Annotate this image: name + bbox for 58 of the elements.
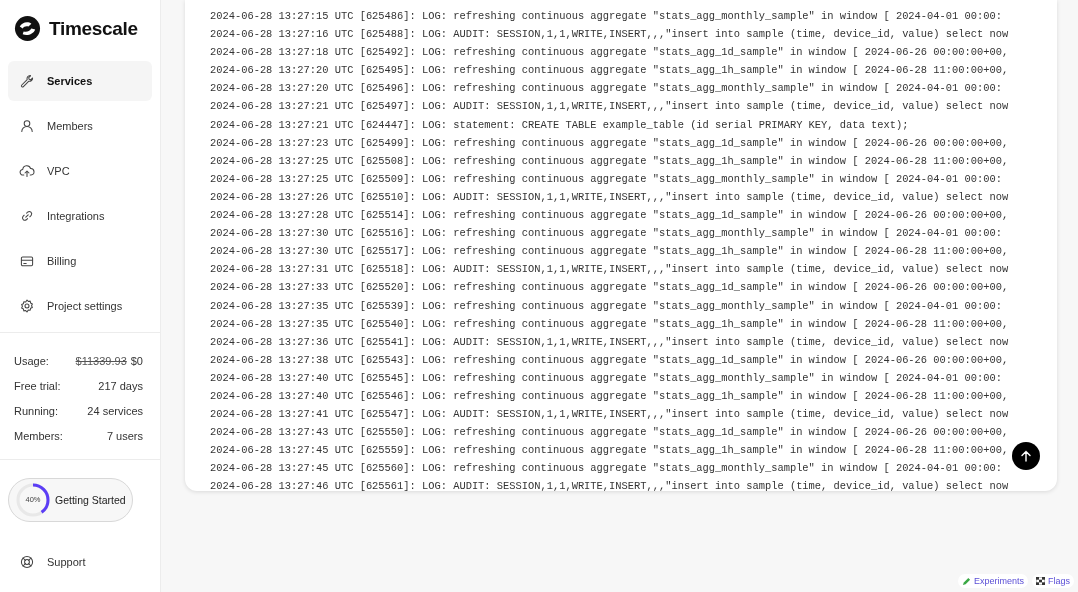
card-icon [19,253,35,269]
nav-item[interactable]: Project settings [8,286,152,326]
log-line: 2024-06-28 13:27:43 UTC [625550]: LOG: refreshing continuous aggregate "stats_agg_1d_sample" in window [ 2024-06-26 00:00:00+00, [210,425,1010,441]
log-line: 2024-06-28 13:27:20 UTC [625496]: LOG: refreshing continuous aggregate "stats_agg_monthly_sample" in window [ 2024-04-01 00:00: [210,81,1003,97]
stat-label: Running: [14,405,59,417]
wrench-icon [19,73,35,89]
brand-name: Timescale [49,17,138,40]
log-line: 2024-06-28 13:27:36 UTC [625541]: LOG: AUDIT: SESSION,1,1,WRITE,INSERT,,,"insert into sample (time, device_id, value) select now [210,334,1010,350]
stat-label: Free trial: [14,380,61,392]
log-line: 2024-06-28 13:27:40 UTC [625546]: LOG: refreshing continuous aggregate "stats_agg_1h_sample" in window [ 2024-06-28 11:00:00+00, [210,388,1010,404]
stat-value: 24 services [87,405,143,417]
log-line: 2024-06-28 13:27:25 UTC [625509]: LOG: refreshing continuous aggregate "stats_agg_monthly_sample" in window [ 2024-04-01 00:00: [210,171,1003,187]
log-line: 2024-06-28 13:27:38 UTC [625543]: LOG: refreshing continuous aggregate "stats_agg_1d_sample" in window [ 2024-06-26 00:00:00+00, [210,352,1010,368]
log-line: 2024-06-28 13:27:23 UTC [625499]: LOG: refreshing continuous aggregate "stats_agg_1d_sample" in window [ 2024-06-26 00:00:00+00, [210,135,1010,151]
log-line: 2024-06-28 13:27:40 UTC [625545]: LOG: refreshing continuous aggregate "stats_agg_monthly_sample" in window [ 2024-04-01 00:00: [210,370,1003,386]
gear-icon [19,298,35,314]
link-icon [19,208,35,224]
progress-ring [15,482,51,518]
log-line: 2024-06-28 13:27:21 UTC [625497]: LOG: AUDIT: SESSION,1,1,WRITE,INSERT,,,"insert into sample (time, device_id, value) select now [210,99,1010,115]
log-line: 2024-06-28 13:27:41 UTC [625547]: LOG: AUDIT: SESSION,1,1,WRITE,INSERT,,,"insert into sample (time, device_id, value) select now [210,407,1010,423]
log-line: 2024-06-28 13:27:18 UTC [625492]: LOG: refreshing continuous aggregate "stats_agg_1d_sample" in window [ 2024-06-26 00:00:00+00, [210,45,1010,61]
log-line: 2024-06-28 13:27:35 UTC [625540]: LOG: refreshing continuous aggregate "stats_agg_1h_sample" in window [ 2024-06-28 11:00:00+00, [210,316,1010,332]
nav-item[interactable]: Billing [8,241,152,281]
arrow-up-icon [1020,450,1032,462]
pencil-icon [961,576,971,586]
stat-label: Usage: [14,355,49,367]
log-line: 2024-06-28 13:27:30 UTC [625517]: LOG: refreshing continuous aggregate "stats_agg_1h_sample" in window [ 2024-06-28 11:00:00+00, [210,244,1010,260]
logo-icon [14,15,41,42]
scroll-to-top-button[interactable] [1012,442,1040,470]
footer-link[interactable]: Experiments [957,574,1028,588]
log-line: 2024-06-28 13:27:33 UTC [625520]: LOG: refreshing continuous aggregate "stats_agg_1d_sample" in window [ 2024-06-26 00:00:00+00, [210,280,1010,296]
stat-value: $11339.93 $0 [75,355,143,367]
support-link[interactable]: Support [19,554,86,570]
log-line: 2024-06-28 13:27:30 UTC [625516]: LOG: refreshing continuous aggregate "stats_agg_monthly_sample" in window [ 2024-04-01 00:00: [210,226,1003,242]
person-icon [19,118,35,134]
log-line: 2024-06-28 13:27:16 UTC [625488]: LOG: AUDIT: SESSION,1,1,WRITE,INSERT,,,"insert into sample (time, device_id, value) select now [210,27,1010,43]
nav-item[interactable]: VPC [8,151,152,191]
stat-label: Members: [14,430,63,442]
log-line: 2024-06-28 13:27:28 UTC [625514]: LOG: refreshing continuous aggregate "stats_agg_1d_sample" in window [ 2024-06-26 00:00:00+00, [210,208,1010,224]
nav-item[interactable]: Integrations [8,196,152,236]
log-line: 2024-06-28 13:27:25 UTC [625508]: LOG: refreshing continuous aggregate "stats_agg_1h_sample" in window [ 2024-06-28 11:00:00+00, [210,153,1010,169]
nav-item[interactable]: Members [8,106,152,146]
lifebuoy-icon [19,554,35,570]
cloud-icon [19,163,35,179]
log-line: 2024-06-28 13:27:20 UTC [625495]: LOG: refreshing continuous aggregate "stats_agg_1h_sample" in window [ 2024-06-28 11:00:00+00, [210,63,1010,79]
log-line: 2024-06-28 13:27:45 UTC [625559]: LOG: refreshing continuous aggregate "stats_agg_1h_sample" in window [ 2024-06-28 11:00:00+00, [210,443,1010,459]
log-line: 2024-06-28 13:27:31 UTC [625518]: LOG: AUDIT: SESSION,1,1,WRITE,INSERT,,,"insert into sample (time, device_id, value) select now [210,262,1010,278]
footer-link[interactable]: Flags [1032,574,1074,588]
log-line: 2024-06-28 13:27:45 UTC [625560]: LOG: refreshing continuous aggregate "stats_agg_monthly_sample" in window [ 2024-04-01 00:00: [210,461,1003,477]
checkered-flag-icon [1036,577,1045,585]
log-line: 2024-06-28 13:27:35 UTC [625539]: LOG: refreshing continuous aggregate "stats_agg_monthly_sample" in window [ 2024-04-01 00:00: [210,298,1003,314]
log-line: 2024-06-28 13:27:21 UTC [624447]: LOG: statement: CREATE TABLE example_table (id serial PRIMARY KEY, data text); [210,117,910,133]
log-line: 2024-06-28 13:27:15 UTC [625486]: LOG: refreshing continuous aggregate "stats_agg_monthly_sample" in window [ 2024-04-01 00:00: [210,9,1003,24]
log-line: 2024-06-28 13:27:26 UTC [625510]: LOG: AUDIT: SESSION,1,1,WRITE,INSERT,,,"insert into sample (time, device_id, value) select now [210,189,1010,205]
stat-value: 7 users [106,430,143,442]
nav-item[interactable]: Services [8,61,152,101]
stat-value: 217 days [98,380,143,392]
log-line: 2024-06-28 13:27:46 UTC [625561]: LOG: AUDIT: SESSION,1,1,WRITE,INSERT,,,"insert into sample (time, device_id, value) select now [210,479,1010,491]
